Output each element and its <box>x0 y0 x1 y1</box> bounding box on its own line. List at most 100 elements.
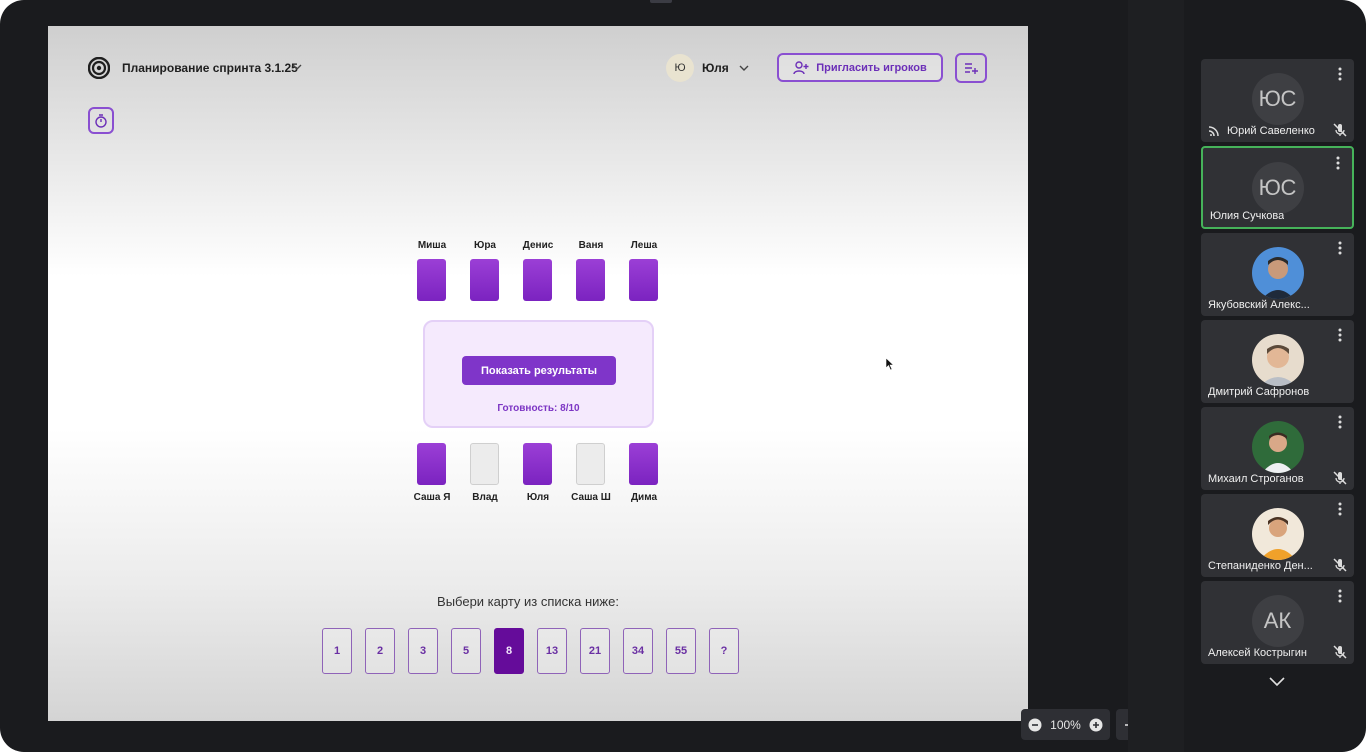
participant-name: Дмитрий Сафронов <box>1208 386 1310 398</box>
participant-tile[interactable]: Дмитрий Сафронов <box>1201 320 1354 403</box>
top-notch <box>650 0 672 3</box>
user-name[interactable]: Юля <box>702 61 729 75</box>
playlist-add-icon <box>965 63 978 74</box>
deck-card[interactable]: 55 <box>666 628 696 674</box>
participant-tile[interactable]: Степаниденко Ден... <box>1201 494 1354 577</box>
mic-off-icon <box>1333 558 1347 572</box>
deck-card[interactable]: 2 <box>365 628 395 674</box>
player-top-4: Ваня <box>561 240 621 251</box>
show-results-button[interactable]: Показать результаты <box>462 356 616 385</box>
more-vertical-icon[interactable] <box>1338 241 1342 255</box>
deck-card[interactable]: 5 <box>451 628 481 674</box>
zoom-out-icon[interactable] <box>1028 718 1042 732</box>
participant-tile[interactable]: Якубовский Алекс... <box>1201 233 1354 316</box>
participant-name: Алексей Кострыгин <box>1208 647 1307 659</box>
invite-label: Пригласить игроков <box>816 61 927 74</box>
deck-card[interactable]: 1 <box>322 628 352 674</box>
player-name: Юра <box>474 240 496 251</box>
meeting-window: Планирование спринта 3.1.25 Ю Юля Пригла… <box>0 0 1366 752</box>
deck-card[interactable]: ? <box>709 628 739 674</box>
participant-photo <box>1251 247 1304 299</box>
participant-name: Михаил Строганов <box>1208 473 1304 485</box>
more-vertical-icon[interactable] <box>1338 589 1342 603</box>
participant-tile[interactable]: Михаил Строганов <box>1201 407 1354 490</box>
target-logo-icon <box>88 57 110 79</box>
player-name: Денис <box>522 240 554 251</box>
room-title[interactable]: Планирование спринта 3.1.25 <box>122 61 298 75</box>
more-vertical-icon[interactable] <box>1336 156 1340 170</box>
player-card <box>523 443 552 485</box>
player-top-2: Юра <box>455 240 515 251</box>
player-card <box>629 259 658 301</box>
participant-initials: АК <box>1251 595 1304 647</box>
participant-name: Якубовский Алекс... <box>1208 299 1310 311</box>
participant-initials: ЮС <box>1251 162 1304 214</box>
player-name: Юля <box>526 492 550 503</box>
mic-off-icon <box>1333 471 1347 485</box>
player-name: Леша <box>630 240 658 251</box>
deck-card[interactable]: 8 <box>494 628 524 674</box>
player-top-5: Леша <box>614 240 674 251</box>
mic-off-icon <box>1333 645 1347 659</box>
stopwatch-icon <box>95 113 107 128</box>
player-card <box>629 443 658 485</box>
player-bottom-3: Юля <box>508 492 568 503</box>
player-name: Ваня <box>578 240 604 251</box>
participant-initials: ЮС <box>1251 73 1304 125</box>
more-vertical-icon[interactable] <box>1338 328 1342 342</box>
participant-tile[interactable]: ЮС Юлия Сучкова <box>1201 146 1354 229</box>
player-card <box>417 259 446 301</box>
add-user-icon <box>793 60 809 74</box>
more-vertical-icon[interactable] <box>1338 67 1342 81</box>
user-avatar[interactable]: Ю <box>666 54 694 82</box>
player-name: Дима <box>630 492 658 503</box>
participant-name: Юрий Савеленко <box>1227 125 1315 137</box>
player-bottom-1: Саша Я <box>402 492 462 503</box>
player-card <box>576 259 605 301</box>
issues-list-button[interactable] <box>955 53 987 83</box>
deck-card[interactable]: 13 <box>537 628 567 674</box>
speaking-icon <box>1208 126 1219 137</box>
player-bottom-4: Саша Ш <box>561 492 621 503</box>
player-name: Миша <box>417 240 447 251</box>
player-top-1: Миша <box>402 240 462 251</box>
player-bottom-5: Дима <box>614 492 674 503</box>
player-name: Саша Я <box>413 492 451 503</box>
participant-photo <box>1251 334 1304 386</box>
side-gap <box>1128 0 1184 752</box>
participant-name: Юлия Сучкова <box>1210 210 1285 222</box>
reveal-panel: Показать результаты Готовность: 8/10 <box>423 320 654 428</box>
player-card <box>417 443 446 485</box>
mic-off-icon <box>1333 123 1347 137</box>
player-card <box>576 443 605 485</box>
chevron-down-icon[interactable] <box>291 61 303 73</box>
player-card <box>470 259 499 301</box>
choose-card-prompt: Выбери карту из списка ниже: <box>437 594 619 609</box>
zoom-level: 100% <box>1050 717 1081 732</box>
player-bottom-2: Влад <box>455 492 515 503</box>
player-name: Саша Ш <box>571 492 611 503</box>
deck-card[interactable]: 34 <box>623 628 653 674</box>
player-name: Влад <box>472 492 498 503</box>
player-card <box>470 443 499 485</box>
player-card <box>523 259 552 301</box>
readiness-status: Готовность: 8/10 <box>497 403 580 414</box>
mouse-cursor-icon <box>885 357 895 371</box>
chevron-down-icon[interactable] <box>738 62 750 74</box>
timer-button[interactable] <box>88 107 114 134</box>
player-top-3: Денис <box>508 240 568 251</box>
zoom-in-icon[interactable] <box>1089 718 1103 732</box>
participant-photo <box>1251 421 1304 473</box>
zoom-control: 100% <box>1021 709 1110 740</box>
deck-card[interactable]: 3 <box>408 628 438 674</box>
participant-tile[interactable]: АК Алексей Кострыгин <box>1201 581 1354 664</box>
chevron-down-icon[interactable] <box>1268 674 1286 688</box>
shared-screen: Планирование спринта 3.1.25 Ю Юля Пригла… <box>48 26 1028 721</box>
participant-name: Степаниденко Ден... <box>1208 560 1313 572</box>
more-vertical-icon[interactable] <box>1338 502 1342 516</box>
invite-players-button[interactable]: Пригласить игроков <box>777 53 943 82</box>
participant-photo <box>1251 508 1304 560</box>
participant-tile[interactable]: ЮС Юрий Савеленко <box>1201 59 1354 142</box>
deck-card[interactable]: 21 <box>580 628 610 674</box>
more-vertical-icon[interactable] <box>1338 415 1342 429</box>
